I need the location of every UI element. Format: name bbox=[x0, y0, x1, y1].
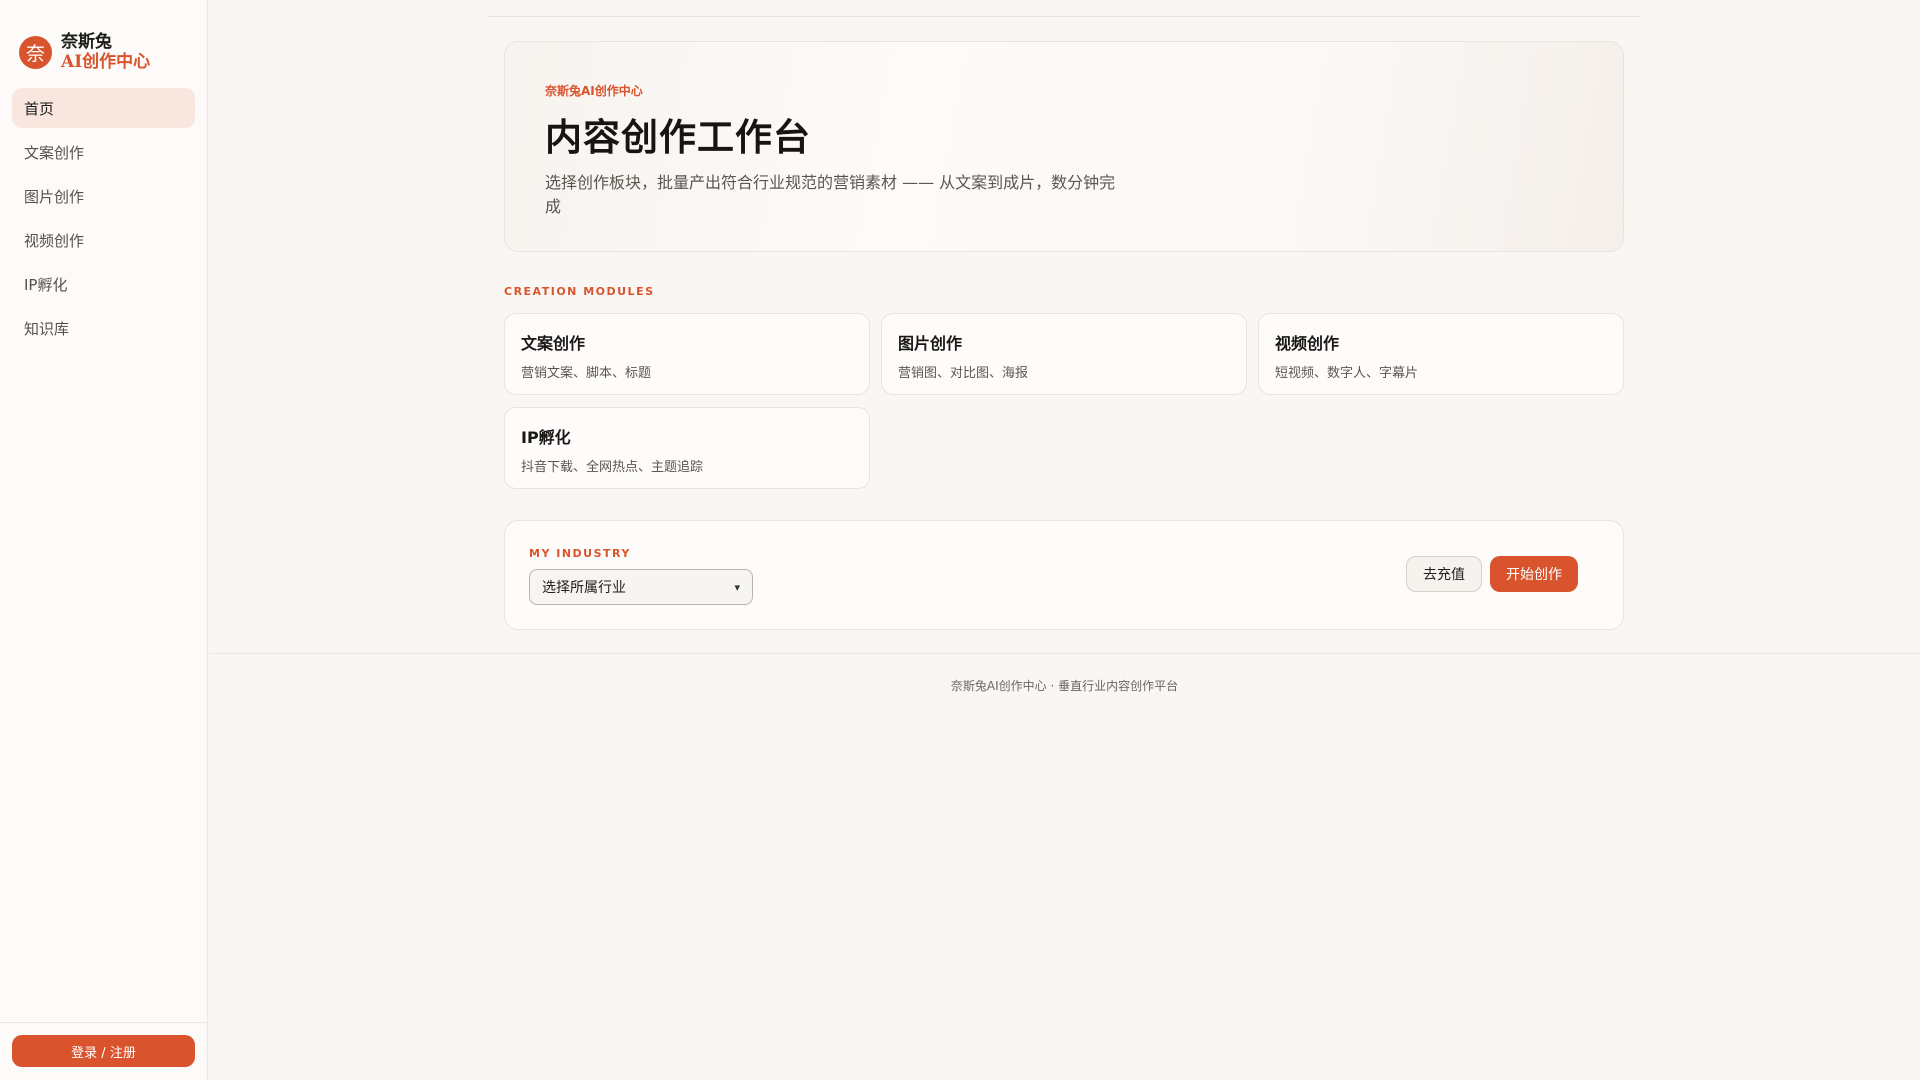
sidebar-footer: 登录 / 注册 bbox=[0, 1022, 207, 1080]
module-card-title: 图片创作 bbox=[898, 334, 963, 353]
module-card-desc: 短视频、数字人、字幕片 bbox=[1275, 366, 1419, 381]
module-card-desc: 营销文案、脚本、标题 bbox=[521, 366, 652, 381]
brand-subtitle: AI创作中心 bbox=[61, 52, 151, 72]
industry-label: MY INDUSTRY bbox=[529, 547, 631, 560]
hero-description: 选择创作板块，批量产出符合行业规范的营销素材 —— 从文案到成片，数分钟完成 bbox=[545, 173, 1116, 216]
hero-banner: 奈斯兔AI创作中心 内容创作工作台 选择创作板块，批量产出符合行业规范的营销素材… bbox=[504, 41, 1624, 252]
sidebar-item-video[interactable]: 视频创作 bbox=[12, 220, 195, 260]
modules-section-label: CREATION MODULES bbox=[504, 285, 655, 298]
login-register-button[interactable]: 登录 / 注册 bbox=[12, 1035, 195, 1067]
start-creating-button[interactable]: 开始创作 bbox=[1490, 556, 1578, 592]
recharge-button[interactable]: 去充值 bbox=[1406, 556, 1482, 592]
module-card-title: 文案创作 bbox=[521, 334, 586, 353]
sidebar-item-home[interactable]: 首页 bbox=[12, 88, 195, 128]
sidebar-item-copywriting[interactable]: 文案创作 bbox=[12, 132, 195, 172]
sidebar-nav: 首页 文案创作 图片创作 视频创作 IP孵化 知识库 bbox=[0, 88, 207, 348]
chevron-down-icon: ▾ bbox=[734, 580, 740, 594]
sidebar-item-ip[interactable]: IP孵化 bbox=[12, 264, 195, 304]
module-card-title: 视频创作 bbox=[1275, 334, 1340, 353]
page-title: 内容创作工作台 bbox=[545, 116, 811, 159]
module-card-desc: 抖音下载、全网热点、主题追踪 bbox=[521, 460, 704, 475]
module-card-title: IP孵化 bbox=[521, 428, 571, 447]
main-content: 奈斯兔AI创作中心 内容创作工作台 选择创作板块，批量产出符合行业规范的营销素材… bbox=[209, 0, 1920, 1080]
sidebar-item-knowledge[interactable]: 知识库 bbox=[12, 308, 195, 348]
module-card-ip[interactable]: IP孵化 抖音下载、全网热点、主题追踪 bbox=[504, 407, 870, 489]
brand-name: 奈斯兔 bbox=[61, 32, 112, 52]
module-card-copywriting[interactable]: 文案创作 营销文案、脚本、标题 bbox=[504, 313, 870, 395]
brand[interactable]: 奈 奈斯兔 AI创作中心 bbox=[0, 0, 207, 84]
footer-text: 奈斯兔AI创作中心 · 垂直行业内容创作平台 bbox=[950, 679, 1179, 693]
sidebar-item-image[interactable]: 图片创作 bbox=[12, 176, 195, 216]
brand-logo-icon: 奈 bbox=[19, 35, 52, 69]
module-card-desc: 营销图、对比图、海报 bbox=[898, 366, 1029, 381]
module-card-image[interactable]: 图片创作 营销图、对比图、海报 bbox=[881, 313, 1247, 395]
module-card-video[interactable]: 视频创作 短视频、数字人、字幕片 bbox=[1258, 313, 1624, 395]
sidebar: 奈 奈斯兔 AI创作中心 首页 文案创作 图片创作 视频创作 IP孵化 知识库 … bbox=[0, 0, 208, 1080]
hero-eyebrow: 奈斯兔AI创作中心 bbox=[545, 84, 643, 98]
industry-panel: MY INDUSTRY 选择所属行业 ▾ 去充值 开始创作 bbox=[504, 520, 1624, 630]
top-divider bbox=[488, 16, 1640, 17]
industry-select[interactable]: 选择所属行业 ▾ bbox=[529, 569, 753, 605]
footer-divider bbox=[209, 653, 1920, 654]
industry-select-value: 选择所属行业 bbox=[542, 580, 626, 596]
